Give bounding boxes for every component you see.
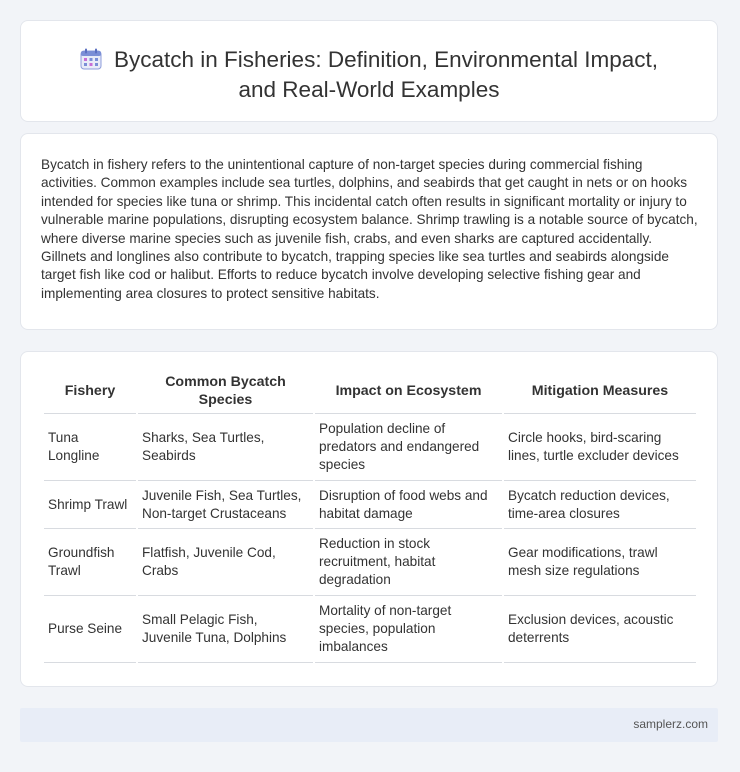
cell-mitigation: Bycatch reduction devices, time-area clo… [504,481,696,529]
cell-mitigation: Circle hooks, bird-scaring lines, turtle… [504,414,696,481]
table-row: Groundfish Trawl Flatfish, Juvenile Cod,… [44,529,696,596]
cell-fishery: Groundfish Trawl [44,529,136,596]
header-mitigation: Mitigation Measures [504,369,696,414]
table-row: Shrimp Trawl Juvenile Fish, Sea Turtles,… [44,481,696,529]
cell-fishery: Purse Seine [44,596,136,663]
title-card: Bycatch in Fisheries: Definition, Enviro… [20,20,718,122]
cell-mitigation: Exclusion devices, acoustic deterrents [504,596,696,663]
cell-species: Juvenile Fish, Sea Turtles, Non-target C… [138,481,313,529]
header-species: Common Bycatch Species [138,369,313,414]
page-title: Bycatch in Fisheries: Definition, Enviro… [21,45,717,105]
cell-species: Flatfish, Juvenile Cod, Crabs [138,529,313,596]
title-line-2: and Real-World Examples [238,77,500,102]
cell-impact: Population decline of predators and enda… [315,414,502,481]
cell-species: Small Pelagic Fish, Juvenile Tuna, Dolph… [138,596,313,663]
intro-paragraph: Bycatch in fishery refers to the uninten… [41,157,698,301]
header-impact: Impact on Ecosystem [315,369,502,414]
table-card: Fishery Common Bycatch Species Impact on… [20,351,718,687]
cell-fishery: Tuna Longline [44,414,136,481]
footer-bar: samplerz.com [20,708,718,742]
table-row: Tuna Longline Sharks, Sea Turtles, Seabi… [44,414,696,481]
cell-impact: Reduction in stock recruitment, habitat … [315,529,502,596]
intro-card: Bycatch in fishery refers to the uninten… [20,133,718,330]
table-header-row: Fishery Common Bycatch Species Impact on… [44,369,696,414]
cell-impact: Disruption of food webs and habitat dama… [315,481,502,529]
calendar-icon [80,48,102,70]
cell-impact: Mortality of non-target species, populat… [315,596,502,663]
header-fishery: Fishery [44,369,136,414]
cell-fishery: Shrimp Trawl [44,481,136,529]
title-line-1: Bycatch in Fisheries: Definition, Enviro… [114,47,658,72]
cell-mitigation: Gear modifications, trawl mesh size regu… [504,529,696,596]
bycatch-table: Fishery Common Bycatch Species Impact on… [42,369,698,663]
cell-species: Sharks, Sea Turtles, Seabirds [138,414,313,481]
footer-site-link[interactable]: samplerz.com [633,717,708,731]
table-row: Purse Seine Small Pelagic Fish, Juvenile… [44,596,696,663]
